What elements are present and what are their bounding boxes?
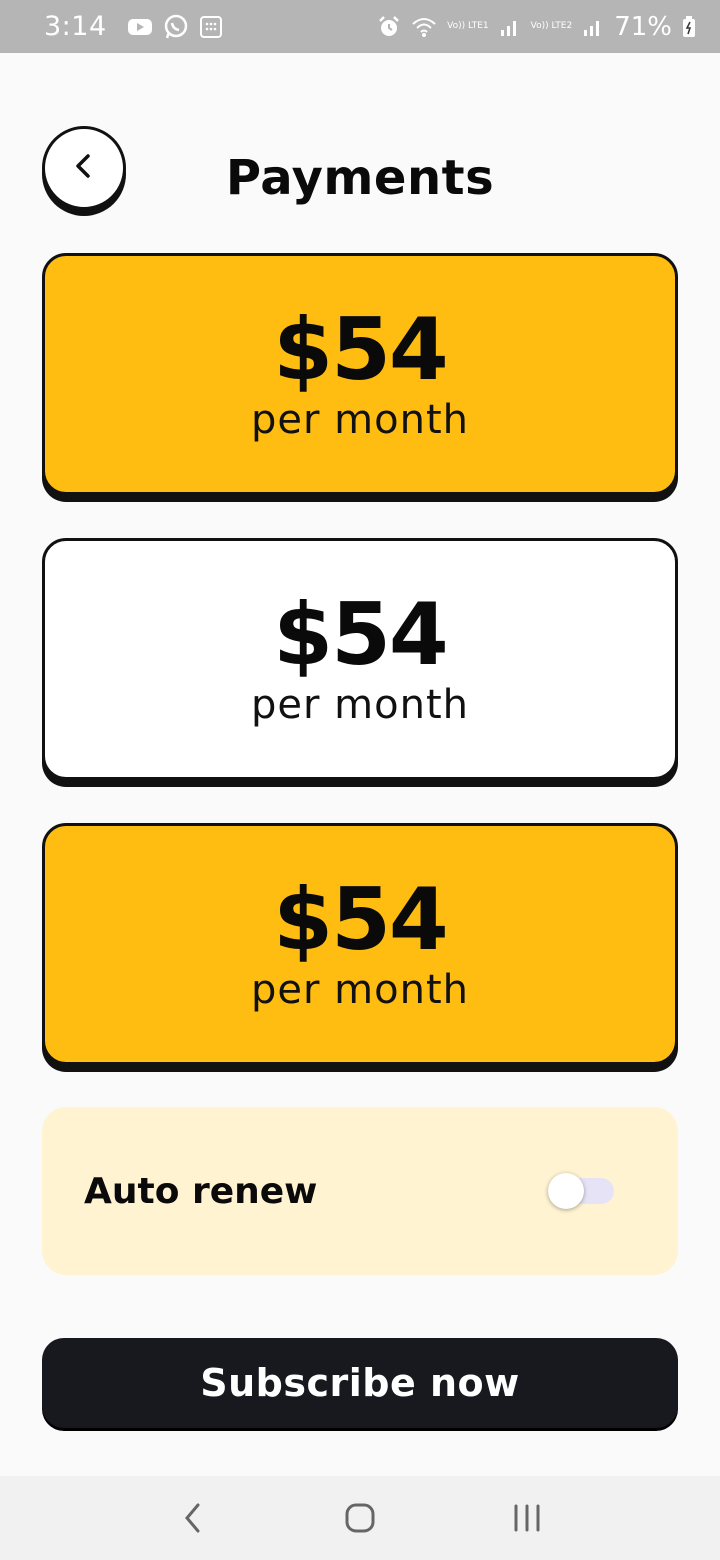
auto-renew-panel: Auto renew <box>42 1107 678 1275</box>
alarm-icon <box>377 15 401 39</box>
whatsapp-icon <box>163 14 189 40</box>
calculator-icon <box>199 15 223 39</box>
signal-icon <box>582 16 604 38</box>
auto-renew-toggle[interactable] <box>548 1173 614 1209</box>
subscribe-button[interactable]: Subscribe now <box>42 1338 678 1428</box>
battery-percent: 71% <box>614 11 672 42</box>
youtube-icon <box>127 17 153 37</box>
plan-price: $54 <box>273 585 449 685</box>
battery-icon <box>682 15 696 38</box>
plan-price: $54 <box>273 300 449 400</box>
system-nav-bar <box>0 1476 720 1560</box>
toggle-knob <box>548 1173 584 1209</box>
plan-period: per month <box>251 967 469 1013</box>
back-nav-icon[interactable] <box>163 1488 223 1548</box>
status-bar: 3:14 Vo)) LTE1 Vo)) LTE2 71% <box>0 0 720 53</box>
wifi-icon <box>411 16 437 38</box>
page-title: Payments <box>225 150 495 206</box>
status-left: 3:14 <box>44 11 223 42</box>
signal-icon <box>499 16 521 38</box>
plan-period: per month <box>251 682 469 728</box>
plan-period: per month <box>251 397 469 443</box>
status-right: Vo)) LTE1 Vo)) LTE2 71% <box>377 12 696 42</box>
network-1-label: Vo)) LTE1 <box>447 21 489 31</box>
home-nav-icon[interactable] <box>330 1488 390 1548</box>
plan-card-3[interactable]: $54 per month <box>42 823 678 1065</box>
network-2-label: Vo)) LTE2 <box>530 21 573 31</box>
recents-nav-icon[interactable] <box>497 1488 557 1548</box>
status-time: 3:14 <box>44 11 107 42</box>
subscribe-label: Subscribe now <box>200 1361 520 1405</box>
auto-renew-label: Auto renew <box>84 1170 318 1212</box>
plan-card-1[interactable]: $54 per month <box>42 253 678 495</box>
plan-card-2[interactable]: $54 per month <box>42 538 678 780</box>
plan-price: $54 <box>273 870 449 970</box>
